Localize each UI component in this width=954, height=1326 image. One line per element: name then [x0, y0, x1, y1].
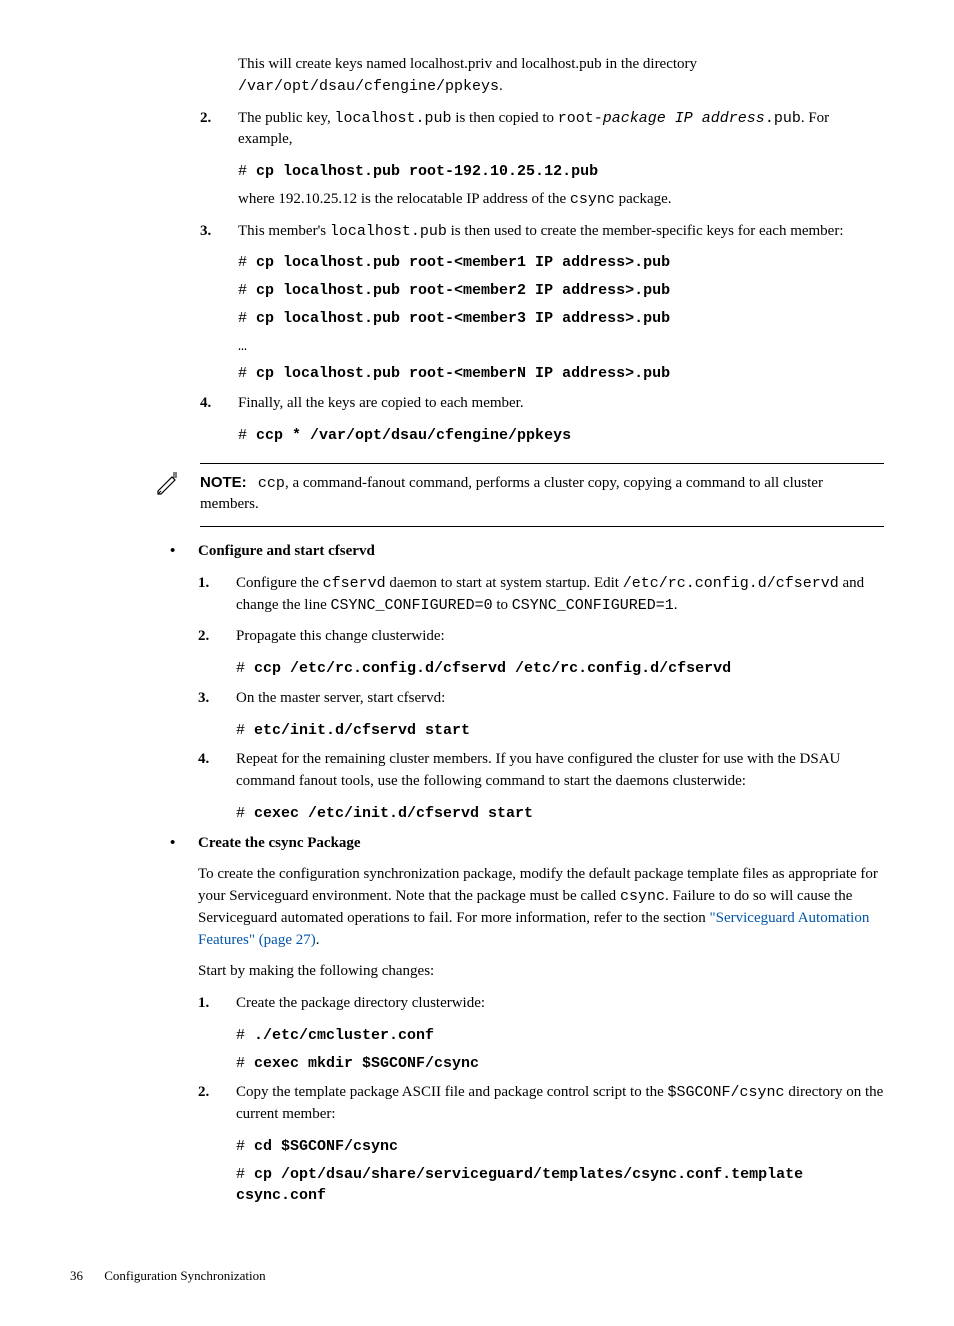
b2p2: Start by making the following changes:	[198, 961, 884, 983]
i3-c: is then used to create the member-specif…	[447, 223, 844, 239]
b1i1-b: cfservd	[323, 575, 386, 592]
b2i1-c1p: #	[236, 1027, 254, 1044]
b1i1-d: /etc/rc.config.d/cfservd	[623, 575, 839, 592]
note-pencil-icon	[155, 471, 181, 497]
step1-text-c: .	[499, 78, 503, 94]
b1i1-a: Configure the	[236, 575, 323, 591]
b1-item1: 1. Configure the cfservd daemon to start…	[198, 573, 884, 617]
i2-code-prefix: #	[238, 163, 256, 180]
b2p1-d: .	[316, 932, 320, 948]
footer-page-number: 36	[70, 1267, 83, 1286]
list-item-3: 3. This member's localhost.pub is then u…	[200, 221, 884, 386]
b1-m2: 2.	[198, 626, 209, 648]
b2i1-text: Create the package directory clusterwide…	[236, 993, 884, 1015]
b1i3-c: etc/init.d/cfservd start	[254, 722, 470, 739]
b1-item2: 2. Propagate this change clusterwide: # …	[198, 626, 884, 680]
bullet-marker-2: •	[170, 833, 175, 855]
i3-c3-prefix: #	[238, 310, 256, 327]
i2-after-b: csync	[570, 191, 615, 208]
i2-b: localhost.pub	[335, 110, 452, 127]
b1-item4: 4. Repeat for the remaining cluster memb…	[198, 749, 884, 824]
b2i2-a: Copy the template package ASCII file and…	[236, 1084, 668, 1100]
b1-m4: 4.	[198, 749, 209, 771]
b2i1-c2p: #	[236, 1055, 254, 1072]
i3-b: localhost.pub	[330, 223, 447, 240]
note-rule-top	[200, 463, 884, 464]
bullet1-title: Configure and start cfservd	[198, 541, 884, 563]
i2-a: The public key,	[238, 110, 335, 126]
i3-c1: cp localhost.pub root-<member1 IP addres…	[256, 254, 670, 271]
b1i1-f: CSYNC_CONFIGURED=0	[331, 597, 493, 614]
b1i4-cp: #	[236, 805, 254, 822]
i2-e: package IP address	[603, 110, 765, 127]
b2i2-b: $SGCONF/csync	[668, 1084, 785, 1101]
b1i1-c: daemon to start at system startup. Edit	[386, 575, 623, 591]
b1i1-i: .	[674, 597, 678, 613]
bullet2-title: Create the csync Package	[198, 833, 884, 855]
b1i2-c: ccp /etc/rc.config.d/cfservd /etc/rc.con…	[254, 660, 731, 677]
i2-d: root-	[558, 110, 603, 127]
b1-m3: 3.	[198, 688, 209, 710]
marker-2: 2.	[200, 108, 211, 130]
i3-ellipsis: …	[238, 336, 884, 358]
i4-code: ccp * /var/opt/dsau/cfengine/ppkeys	[256, 427, 571, 444]
b2-m2: 2.	[198, 1082, 209, 1104]
i3-c2-prefix: #	[238, 282, 256, 299]
b2-m1: 1.	[198, 993, 209, 1015]
b1i3-text: On the master server, start cfservd:	[236, 688, 884, 710]
i2-after-c: package.	[615, 191, 672, 207]
note-b: , a command-fanout command, performs a c…	[200, 475, 823, 513]
b2p1-b: csync	[620, 888, 665, 905]
footer-section-title: Configuration Synchronization	[104, 1268, 265, 1283]
marker-4: 4.	[200, 393, 211, 415]
b1-m1: 1.	[198, 573, 209, 595]
b1i1-h: CSYNC_CONFIGURED=1	[512, 597, 674, 614]
i2-f: .pub	[765, 110, 801, 127]
step1-text-a: This will create keys named localhost.pr…	[238, 56, 697, 72]
note-rule-bottom	[200, 526, 884, 527]
b2-item2: 2. Copy the template package ASCII file …	[198, 1082, 884, 1207]
bullet-configure-cfservd: • Configure and start cfservd 1. Configu…	[170, 541, 884, 825]
note-box: NOTE: ccp, a command-fanout command, per…	[155, 463, 884, 528]
i2-code: cp localhost.pub root-192.10.25.12.pub	[256, 163, 598, 180]
b1i1-g: to	[493, 597, 512, 613]
i3-cN-prefix: #	[238, 365, 256, 382]
i3-a: This member's	[238, 223, 330, 239]
list-item-4: 4. Finally, all the keys are copied to e…	[200, 393, 884, 447]
note-label: NOTE:	[200, 474, 247, 491]
i3-c3: cp localhost.pub root-<member3 IP addres…	[256, 310, 670, 327]
b2i2-c2: cp /opt/dsau/share/serviceguard/template…	[236, 1166, 812, 1205]
i4-text: Finally, all the keys are copied to each…	[238, 393, 884, 415]
b1i2-cp: #	[236, 660, 254, 677]
i3-cN: cp localhost.pub root-<memberN IP addres…	[256, 365, 670, 382]
step1-continuation: This will create keys named localhost.pr…	[200, 54, 884, 98]
b2i2-c2p: #	[236, 1166, 254, 1183]
b1i4-c: cexec /etc/init.d/cfservd start	[254, 805, 533, 822]
b1-item3: 3. On the master server, start cfservd: …	[198, 688, 884, 742]
i2-after-a: where 192.10.25.12 is the relocatable IP…	[238, 191, 570, 207]
list-item-2: 2. The public key, localhost.pub is then…	[200, 108, 884, 211]
b2i1-c2: cexec mkdir $SGCONF/csync	[254, 1055, 479, 1072]
note-a: ccp	[258, 475, 285, 492]
page-footer: 36 Configuration Synchronization	[70, 1267, 884, 1286]
b1i4-text: Repeat for the remaining cluster members…	[236, 749, 884, 793]
b1i2-text: Propagate this change clusterwide:	[236, 626, 884, 648]
b2i2-c1: cd $SGCONF/csync	[254, 1138, 398, 1155]
step1-text-b: /var/opt/dsau/cfengine/ppkeys	[238, 78, 499, 95]
i2-c: is then copied to	[452, 110, 558, 126]
bullet-create-csync: • Create the csync Package To create the…	[170, 833, 884, 1208]
marker-3: 3.	[200, 221, 211, 243]
i4-code-prefix: #	[238, 427, 256, 444]
b1i3-cp: #	[236, 722, 254, 739]
b2i2-c1p: #	[236, 1138, 254, 1155]
bullet-marker-1: •	[170, 541, 175, 563]
b2-item1: 1. Create the package directory clusterw…	[198, 993, 884, 1074]
i3-c1-prefix: #	[238, 254, 256, 271]
i3-c2: cp localhost.pub root-<member2 IP addres…	[256, 282, 670, 299]
b2i1-c1: ./etc/cmcluster.conf	[254, 1027, 434, 1044]
